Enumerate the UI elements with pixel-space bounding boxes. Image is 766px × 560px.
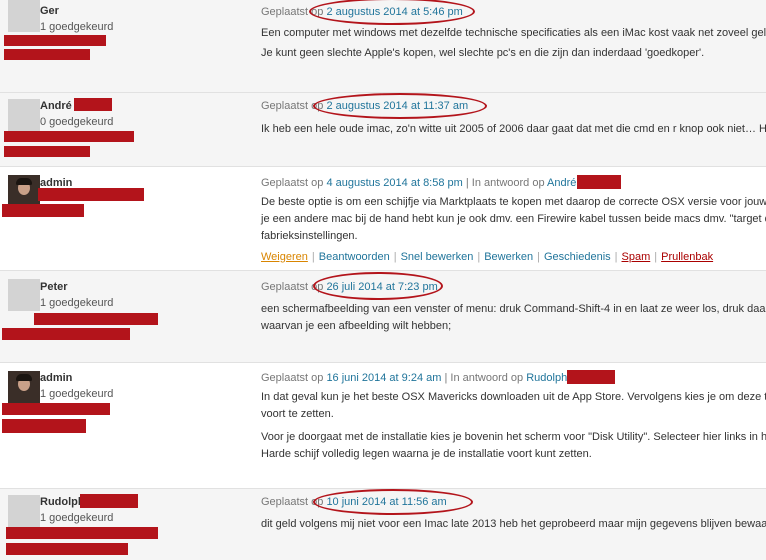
reply-label: | In antwoord op <box>444 372 524 384</box>
highlight-ellipse <box>309 0 475 25</box>
avatar <box>8 0 40 32</box>
comment-text: Je kunt geen slechte Apple's kopen, wel … <box>261 47 705 59</box>
approved-count: 1 goedgekeurd <box>40 512 114 524</box>
comment-row: Rudolph 1 goedgekeurd Geplaatst op 10 ju… <box>0 488 766 560</box>
redaction <box>567 370 615 384</box>
posted-label: Geplaatst op <box>261 177 324 189</box>
comment-text: Voor je doorgaat met de installatie kies… <box>261 431 766 443</box>
avatar <box>8 99 40 131</box>
approved-count: 1 goedgekeurd <box>40 297 114 309</box>
redaction <box>4 131 134 142</box>
comment-text: je een andere mac bij de hand hebt kun j… <box>261 213 766 225</box>
comment-text: Een computer met windows met dezelfde te… <box>261 27 766 39</box>
admin-avatar <box>8 175 40 207</box>
comment-text: In dat geval kun je het beste OSX Maveri… <box>261 391 766 403</box>
redaction <box>4 49 90 60</box>
comment-author: Rudolph <box>40 496 85 508</box>
comment-row: André 0 goedgekeurd Geplaatst op 2 augus… <box>0 92 766 166</box>
quick-edit-link[interactable]: Snel bewerken <box>401 251 474 263</box>
reply-link[interactable]: Beantwoorden <box>319 251 390 263</box>
comment-author: admin <box>40 372 73 384</box>
highlight-ellipse <box>313 272 443 300</box>
comment-text: dit geld volgens mij niet voor een Imac … <box>261 518 766 530</box>
comment-row: admin Geplaatst op 4 augustus 2014 at 8:… <box>0 166 766 270</box>
approved-count: 1 goedgekeurd <box>40 21 114 33</box>
avatar <box>8 279 40 311</box>
redaction <box>6 527 158 539</box>
approved-count: 1 goedgekeurd <box>40 388 114 400</box>
redaction <box>2 419 86 433</box>
approved-count: 0 goedgekeurd <box>40 116 114 128</box>
redaction <box>80 494 138 508</box>
edit-link[interactable]: Bewerken <box>484 251 533 263</box>
comment-text: waarvan je een afbeelding wilt hebben; <box>261 320 452 332</box>
comment-row: Ger 1 goedgekeurd Geplaatst op 2 augustu… <box>0 0 766 92</box>
comment-row: Peter 1 goedgekeurd Geplaatst op 26 juli… <box>0 270 766 362</box>
history-link[interactable]: Geschiedenis <box>544 251 611 263</box>
comment-meta: Geplaatst op 4 augustus 2014 at 8:58 pm … <box>261 177 576 189</box>
comment-text: voort te zetten. <box>261 408 334 420</box>
redaction <box>4 35 106 46</box>
redaction <box>74 98 112 111</box>
redaction <box>34 313 158 325</box>
redaction <box>2 403 110 415</box>
redaction <box>4 146 90 157</box>
reply-to-link[interactable]: André <box>547 177 576 189</box>
redaction <box>2 204 84 217</box>
highlight-ellipse <box>313 93 487 119</box>
trash-link[interactable]: Prullenbak <box>661 251 713 263</box>
reject-link[interactable]: Weigeren <box>261 251 308 263</box>
comment-meta: Geplaatst op 16 juni 2014 at 9:24 am | I… <box>261 372 567 384</box>
redaction <box>2 328 130 340</box>
posted-label: Geplaatst op <box>261 372 324 384</box>
comment-author: André <box>40 100 72 112</box>
reply-to-link[interactable]: Rudolph <box>526 372 567 384</box>
comment-date-link[interactable]: 16 juni 2014 at 9:24 am <box>326 372 441 384</box>
redaction <box>6 543 128 555</box>
comment-author: Ger <box>40 5 59 17</box>
admin-avatar <box>8 371 40 403</box>
comment-author: Peter <box>40 281 68 293</box>
comment-text: De beste optie is om een schijfje via Ma… <box>261 196 766 208</box>
comment-text: Harde schijf volledig legen waarna je de… <box>261 448 592 460</box>
redaction <box>38 188 144 201</box>
reply-label: | In antwoord op <box>465 177 545 189</box>
highlight-ellipse <box>313 489 473 515</box>
redaction <box>577 175 621 189</box>
comment-text: een schermafbeelding van een venster of … <box>261 303 766 315</box>
comment-text: Ik heb een hele oude imac, zo'n witte ui… <box>261 123 766 135</box>
avatar <box>8 495 40 527</box>
comment-actions: Weigeren | Beantwoorden | Snel bewerken | Bewe… <box>261 251 714 263</box>
spam-link[interactable]: Spam <box>622 251 651 263</box>
comment-row: admin 1 goedgekeurd Geplaatst op 16 juni… <box>0 362 766 488</box>
comment-text: fabrieksinstellingen. <box>261 230 358 242</box>
comment-date-link[interactable]: 4 augustus 2014 at 8:58 pm <box>326 177 462 189</box>
